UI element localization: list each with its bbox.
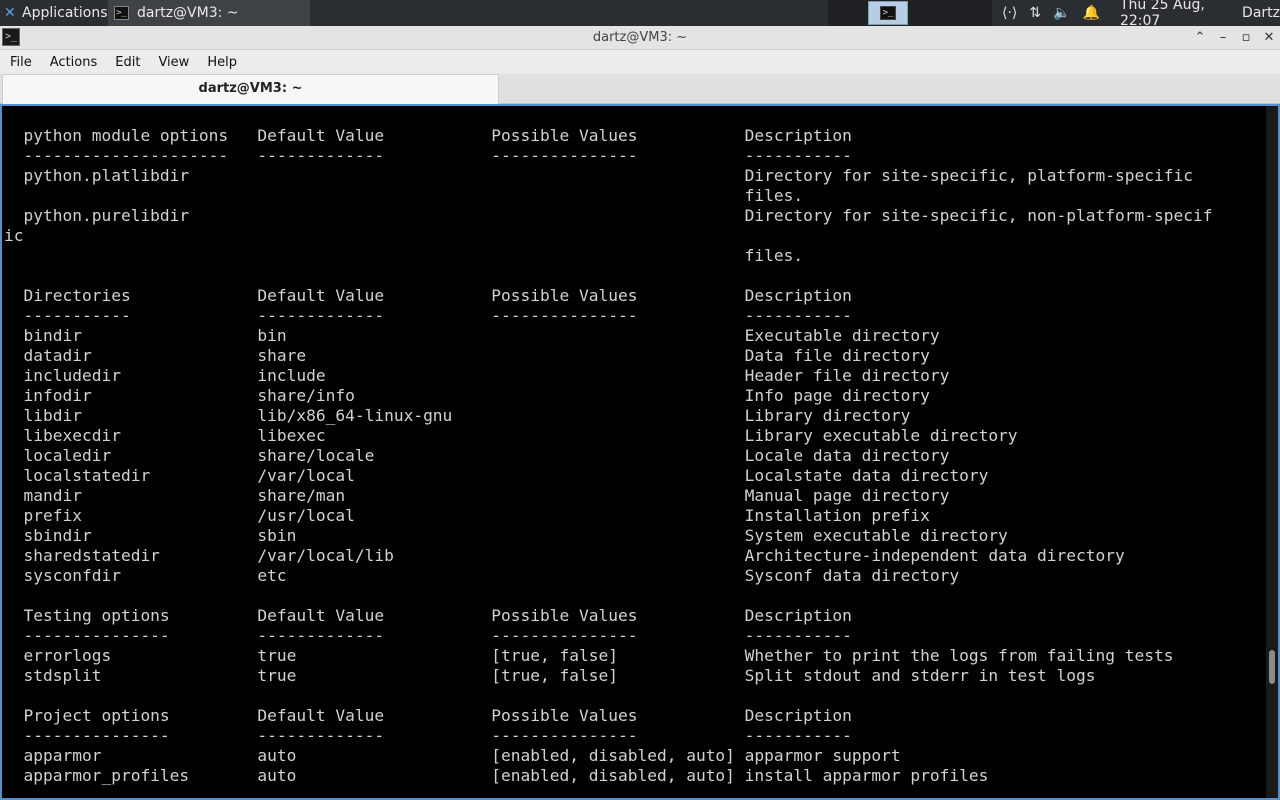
terminal-line: mandir share/man Manual page directory (4, 486, 950, 505)
terminal-line: python module options Default Value Poss… (4, 126, 852, 145)
terminal-icon: >_ (880, 6, 896, 20)
terminal-line: files. (4, 186, 804, 205)
menu-bar: File Actions Edit View Help (0, 50, 1280, 74)
maximize-up-icon[interactable]: ⌃ (1189, 26, 1211, 50)
terminal-scrollbar[interactable] (1266, 106, 1278, 798)
user-menu[interactable]: Dartz (1242, 5, 1280, 21)
terminal-line: Project options Default Value Possible V… (4, 706, 852, 725)
menu-edit[interactable]: Edit (105, 55, 148, 70)
terminal-text[interactable]: python module options Default Value Poss… (2, 106, 1278, 786)
terminal-line: localedir share/locale Locale data direc… (4, 446, 950, 465)
menu-help[interactable]: Help (197, 55, 245, 70)
top-panel: ✕ Applications >_ dartz@VM3: ~ >_ ⟨·⟩ ⇅ … (0, 0, 1280, 29)
network-icon[interactable]: ⟨·⟩ (1002, 5, 1017, 21)
menu-view[interactable]: View (148, 55, 197, 70)
window-titlebar[interactable]: >_ dartz@VM3: ~ ⌃ – ▫ ✕ (0, 26, 1280, 50)
restore-icon[interactable]: ▫ (1235, 26, 1257, 50)
minimize-icon[interactable]: – (1212, 26, 1234, 50)
workspace-area (828, 0, 992, 26)
terminal-line: --------------- ------------- ----------… (4, 726, 852, 745)
scrollbar-thumb[interactable] (1269, 650, 1275, 684)
tab-bar: dartz@VM3: ~ (0, 74, 1280, 104)
terminal-line: bindir bin Executable directory (4, 326, 940, 345)
taskbar-item-terminal[interactable]: >_ dartz@VM3: ~ (108, 0, 310, 26)
terminal-line: infodir share/info Info page directory (4, 386, 930, 405)
clock[interactable]: Thu 25 Aug, 22:07 (1120, 0, 1228, 29)
applications-menu-button[interactable]: ✕ Applications (0, 0, 108, 26)
xfce-logo-icon: ✕ (4, 5, 16, 21)
terminal-line: Directories Default Value Possible Value… (4, 286, 852, 305)
terminal-line: sbindir sbin System executable directory (4, 526, 1008, 545)
terminal-line: --------------- ------------- ----------… (4, 626, 852, 645)
workspace-terminal-button[interactable]: >_ (868, 1, 908, 25)
terminal-line: apparmor auto [enabled, disabled, auto] … (4, 746, 901, 765)
terminal-line: Testing options Default Value Possible V… (4, 606, 852, 625)
system-tray: ⟨·⟩ ⇅ 🔈 🔔 Thu 25 Aug, 22:07 Dartz (996, 0, 1280, 29)
terminal-line: libdir lib/x86_64-linux-gnu Library dire… (4, 406, 911, 425)
applications-label: Applications (22, 5, 108, 21)
terminal-output[interactable]: python module options Default Value Poss… (0, 104, 1280, 800)
terminal-line: python.purelibdir Directory for site-spe… (4, 206, 1213, 225)
menu-file[interactable]: File (0, 55, 40, 70)
terminal-line: apparmor_profiles auto [enabled, disable… (4, 766, 989, 785)
taskbar-item-label: dartz@VM3: ~ (137, 5, 239, 21)
terminal-line: datadir share Data file directory (4, 346, 930, 365)
menu-actions[interactable]: Actions (40, 55, 106, 70)
terminal-line: python.platlibdir Directory for site-spe… (4, 166, 1193, 185)
terminal-line: ----------- ------------- --------------… (4, 306, 852, 325)
terminal-line: --------------------- ------------- ----… (4, 146, 852, 165)
terminal-line: sysconfdir etc Sysconf data directory (4, 566, 960, 585)
terminal-line: stdsplit true [true, false] Split stdout… (4, 666, 1096, 685)
terminal-line: sharedstatedir /var/local/lib Architectu… (4, 546, 1125, 565)
close-icon[interactable]: ✕ (1258, 26, 1280, 50)
window-title: dartz@VM3: ~ (592, 30, 688, 45)
terminal-line: ic (4, 226, 24, 245)
transfer-icon[interactable]: ⇅ (1029, 5, 1041, 21)
volume-icon[interactable]: 🔈 (1053, 5, 1070, 21)
bell-icon[interactable]: 🔔 (1083, 5, 1100, 21)
terminal-line: errorlogs true [true, false] Whether to … (4, 646, 1174, 665)
terminal-line: includedir include Header file directory (4, 366, 950, 385)
terminal-line: libexecdir libexec Library executable di… (4, 426, 1018, 445)
terminal-line: localstatedir /var/local Localstate data… (4, 466, 989, 485)
terminal-window: >_ dartz@VM3: ~ ⌃ – ▫ ✕ File Actions Edi… (0, 26, 1280, 800)
terminal-line: files. (4, 246, 804, 265)
terminal-line: prefix /usr/local Installation prefix (4, 506, 930, 525)
terminal-icon: >_ (114, 6, 129, 20)
tab-terminal[interactable]: dartz@VM3: ~ (2, 74, 499, 104)
